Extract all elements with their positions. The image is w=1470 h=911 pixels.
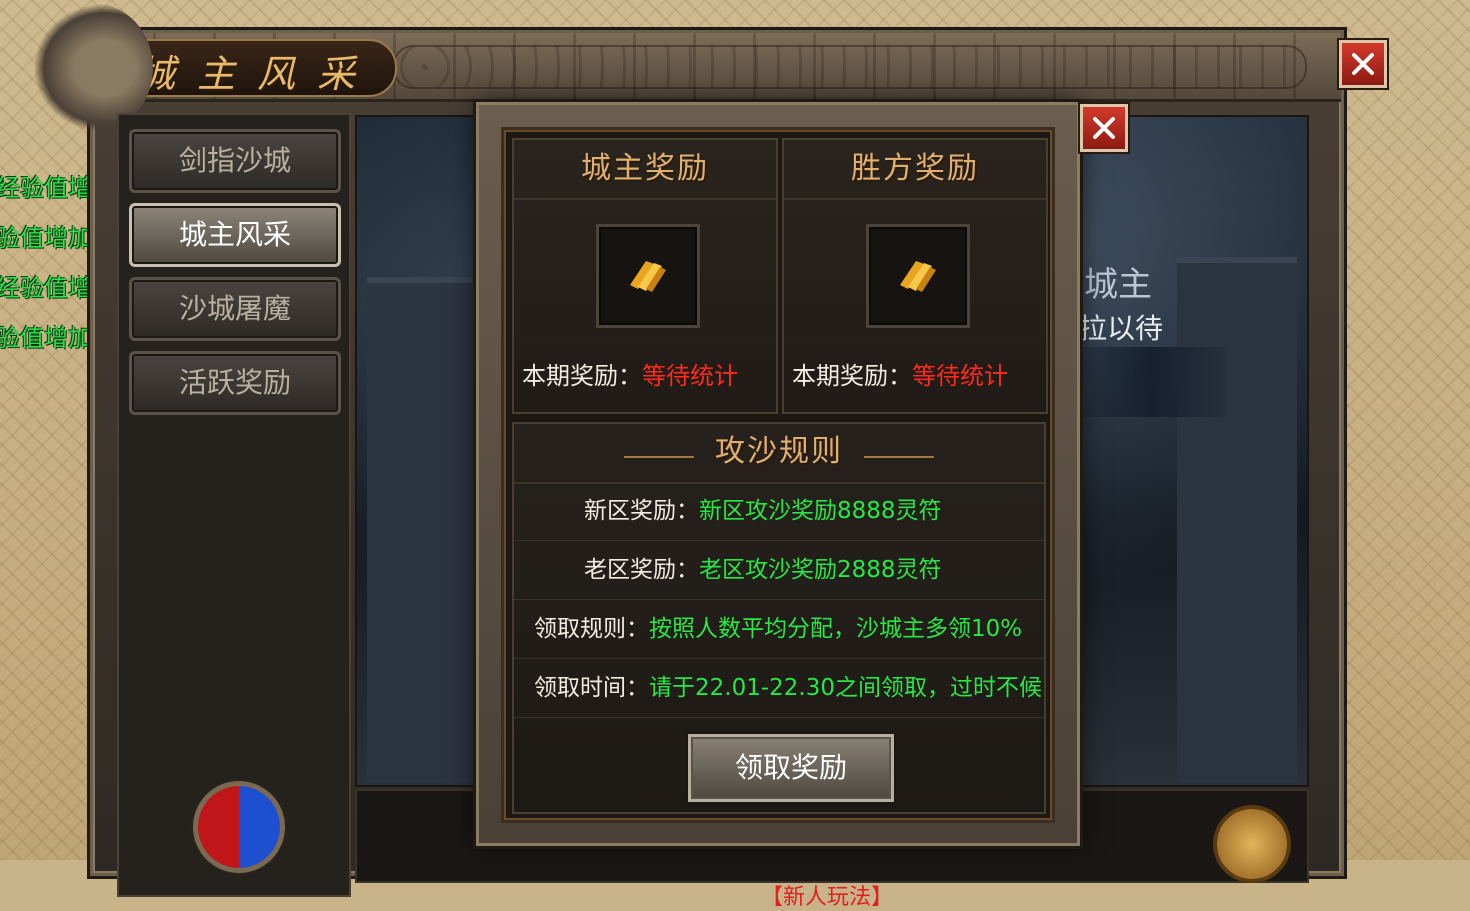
- banner-subtitle: 拉以待: [1079, 312, 1164, 345]
- title-scroll-ornament: [393, 45, 1307, 89]
- treasure-chest-icon[interactable]: [1213, 805, 1291, 883]
- winner-reward-line: 本期奖励：等待统计: [792, 356, 1008, 391]
- popup-close-button[interactable]: [1080, 104, 1128, 152]
- rule-row-old-server: 老区奖励：老区攻沙奖励2888灵符: [514, 541, 1044, 600]
- winner-reward-panel: 胜方奖励 本期奖励：等待统计: [782, 138, 1048, 414]
- sidebar-item-shacheng-tumo[interactable]: 沙城屠魔: [129, 277, 341, 341]
- winner-reward-item-slot[interactable]: [866, 224, 970, 328]
- claim-reward-button[interactable]: 领取奖励: [688, 734, 894, 802]
- window-title: 城主风采: [137, 52, 378, 96]
- winner-reward-label: 本期奖励：: [792, 362, 912, 390]
- sidebar: 剑指沙城 城主风采 沙城屠魔 活跃奖励: [117, 113, 351, 897]
- rule-label: 领取规则：: [534, 616, 649, 642]
- gold-tally-icon: [630, 261, 666, 292]
- gold-tally-icon: [900, 261, 936, 292]
- sidebar-item-chengzhu-fengcai[interactable]: 城主风采: [129, 203, 341, 267]
- lord-reward-label: 本期奖励：: [522, 362, 642, 390]
- chat-message: 验值增加.: [0, 224, 100, 252]
- castle-lord-banner: [1077, 347, 1227, 417]
- castle-building-right: [1177, 257, 1297, 783]
- lord-reward-line: 本期奖励：等待统计: [522, 356, 738, 391]
- hp-mp-orb-icon: [193, 781, 285, 873]
- ornament-left-icon: [623, 455, 694, 458]
- rule-label: 老区奖励：: [584, 557, 699, 583]
- ornament-right-icon: [864, 455, 935, 458]
- rules-title: 攻沙规则: [715, 434, 843, 469]
- lord-reward-item-slot[interactable]: [596, 224, 700, 328]
- rule-value: 新区攻沙奖励8888灵符: [699, 498, 942, 524]
- lord-reward-header: 城主奖励: [514, 140, 776, 200]
- rule-row-new-server: 新区奖励：新区攻沙奖励8888灵符: [514, 482, 1044, 541]
- sidebar-item-huoyue-jiangli[interactable]: 活跃奖励: [129, 351, 341, 415]
- rule-value: 按照人数平均分配，沙城主多领10%: [649, 616, 1023, 642]
- reward-popup: 城主奖励 本期奖励：等待统计 胜方奖励 本期奖励：等待统计 攻沙规则 新区奖励：…: [476, 102, 1080, 846]
- rule-value: 请于22.01-22.30之间领取，过时不候: [649, 675, 1042, 701]
- lord-reward-status: 等待统计: [642, 362, 738, 390]
- siege-rules-panel: 攻沙规则 新区奖励：新区攻沙奖励8888灵符 老区奖励：老区攻沙奖励2888灵符…: [512, 422, 1046, 814]
- rule-row-claim-time: 领取时间：请于22.01-22.30之间领取，过时不候: [514, 659, 1044, 718]
- rule-label: 新区奖励：: [584, 498, 699, 524]
- rule-value: 老区攻沙奖励2888灵符: [699, 557, 942, 583]
- rules-header: 攻沙规则: [514, 424, 1044, 484]
- lord-reward-panel: 城主奖励 本期奖励：等待统计: [512, 138, 778, 414]
- close-icon: [1093, 117, 1115, 139]
- winner-reward-status: 等待统计: [912, 362, 1008, 390]
- window-title-bar: 城主风采: [93, 33, 1341, 102]
- winner-reward-header: 胜方奖励: [784, 140, 1046, 200]
- popup-inner-panel: 城主奖励 本期奖励：等待统计 胜方奖励 本期奖励：等待统计 攻沙规则 新区奖励：…: [501, 127, 1055, 823]
- rule-row-claim-rule: 领取规则：按照人数平均分配，沙城主多领10%: [514, 600, 1044, 659]
- sidebar-item-jianzhi-shacheng[interactable]: 剑指沙城: [129, 129, 341, 193]
- bottom-notice: 【新人玩法】: [761, 885, 894, 910]
- castle-building-left: [367, 277, 477, 783]
- close-icon: [1352, 53, 1374, 75]
- banner-title: 城主: [1084, 265, 1152, 305]
- chat-message: 验值增加.: [0, 324, 100, 352]
- rule-label: 领取时间：: [534, 675, 649, 701]
- window-close-button[interactable]: [1339, 40, 1387, 88]
